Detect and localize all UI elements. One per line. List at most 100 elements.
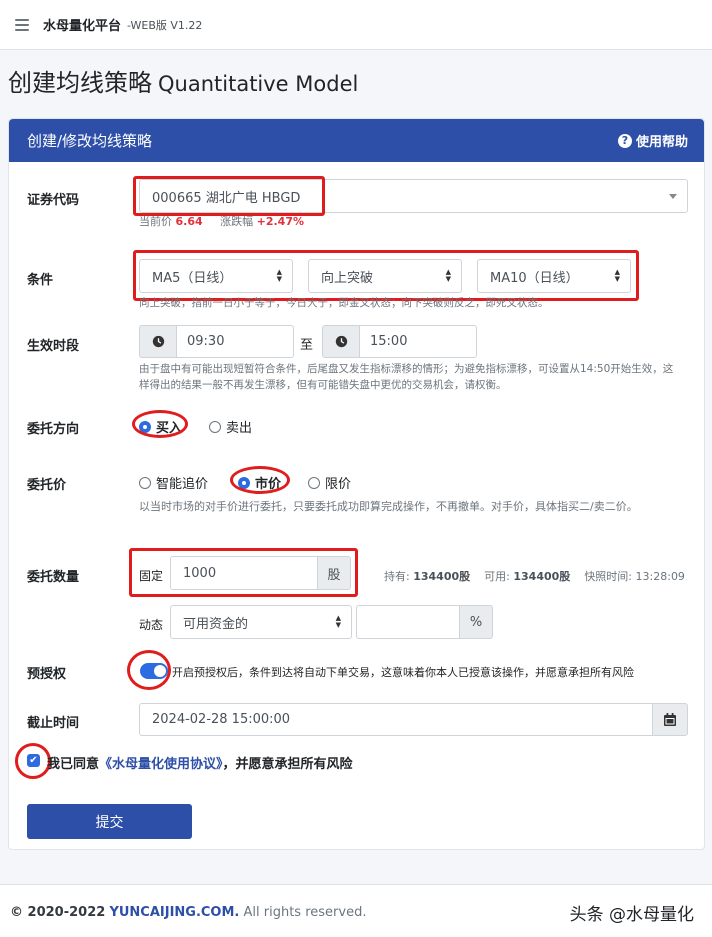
help-link[interactable]: ? 使用帮助	[617, 131, 688, 150]
shares-unit-label: 股	[327, 567, 341, 583]
top-bar: 水母量化平台 -WEB版 V1.22	[0, 0, 712, 50]
updown-icon: ▲ ▼	[276, 268, 282, 283]
calendar-icon[interactable]	[652, 703, 688, 736]
percent-unit: %	[459, 605, 493, 639]
help-label: 使用帮助	[635, 135, 688, 150]
smart-price-radio[interactable]: 智能追价	[139, 473, 208, 492]
fixed-label: 固定	[139, 569, 164, 583]
side-label: 委托方向	[27, 422, 80, 437]
deadline-label: 截止时间	[27, 716, 80, 731]
footer: © 2020-2022 YUNCAIJING.COM. All rights r…	[0, 884, 712, 937]
shares-unit: 股	[317, 556, 351, 590]
price-value: 6.64	[175, 215, 203, 228]
direction-value: 向上突破	[321, 270, 374, 286]
updown-icon: ▲ ▼	[614, 268, 620, 283]
clock-icon	[139, 325, 177, 358]
ma-long-select[interactable]: MA10（日线） ▲ ▼	[477, 259, 631, 293]
app-title: 水母量化平台	[43, 19, 122, 34]
preauth-toggle[interactable]	[140, 663, 168, 679]
period-hint-2: 样得出的结果一般不再发生漂移，但有可能错失盘中更优的交易机会，请权衡。	[139, 379, 507, 391]
page-title-en: Quantitative Model	[158, 72, 359, 96]
condition-label: 条件	[27, 273, 54, 288]
agreement-suffix: ，并愿意承担所有风险	[222, 757, 353, 772]
holding-value: 134400股	[413, 570, 471, 583]
percent-unit-label: %	[469, 614, 483, 630]
available-label: 可用:	[484, 570, 510, 583]
security-label: 证券代码	[27, 193, 80, 208]
page-title: 创建均线策略 Quantitative Model	[8, 63, 358, 98]
ma-short-select[interactable]: MA5（日线） ▲ ▼	[139, 259, 293, 293]
radio-unchecked-icon	[209, 420, 221, 433]
preauth-text: 开启预授权后，条件到达将自动下单交易，这意味着你本人已授意该操作，并愿意承担所有…	[172, 666, 634, 679]
preauth-label: 预授权	[27, 667, 67, 682]
ma-short-value: MA5（日线）	[152, 270, 233, 286]
start-time-value: 09:30	[187, 334, 225, 349]
security-value: 000665 湖北广电 HBGD	[152, 190, 301, 206]
updown-icon: ▲ ▼	[445, 268, 451, 283]
radio-checked-icon	[238, 476, 250, 489]
holding-label: 持有:	[384, 570, 410, 583]
question-icon: ?	[617, 133, 632, 148]
agreement-text: 我已同意《水母量化使用协议》，并愿意承担所有风险	[47, 753, 353, 772]
direction-select[interactable]: 向上突破 ▲ ▼	[308, 259, 462, 293]
security-select[interactable]: 000665 湖北广电 HBGD	[139, 179, 688, 213]
copyright-years: © 2020-2022	[10, 905, 106, 920]
updown-icon: ▲ ▼	[335, 614, 341, 629]
dynamic-label: 动态	[139, 618, 164, 632]
agreement-link[interactable]: 《水母量化使用协议》	[99, 757, 223, 772]
card-header: 创建/修改均线策略 ? 使用帮助	[9, 119, 704, 162]
period-label: 生效时段	[27, 339, 80, 354]
security-quote: 当前价 6.64 涨跌幅 +2.47%	[139, 214, 304, 230]
agreement-prefix: 我已同意	[47, 757, 100, 772]
watermark: 头条 @水母量化	[569, 905, 694, 925]
ma-long-value: MA10（日线）	[490, 270, 579, 286]
check-icon: ✔	[29, 755, 38, 766]
condition-hint: 向上突破，指前一日小于等于，今日大于，即金叉状态；向下突破则反之，即死叉状态。	[139, 297, 549, 309]
radio-checked-icon	[139, 420, 151, 433]
chevron-down-icon	[669, 193, 677, 199]
available-value: 134400股	[513, 570, 571, 583]
menu-icon[interactable]	[15, 18, 29, 31]
buy-radio[interactable]: 买入	[139, 417, 182, 436]
deadline-value: 2024-02-28 15:00:00	[152, 712, 291, 727]
radio-unchecked-icon	[308, 476, 320, 489]
position-info: 持有: 134400股 可用: 134400股 快照时间: 13:28:09	[384, 568, 685, 584]
dynamic-percent-input[interactable]	[356, 605, 460, 639]
smart-price-label: 智能追价	[156, 477, 209, 492]
fixed-quantity-value: 1000	[183, 565, 217, 581]
clock-icon	[322, 325, 360, 358]
card-title: 创建/修改均线策略	[27, 132, 153, 150]
quantity-label: 委托数量	[27, 570, 80, 585]
app-version: -WEB版 V1.22	[127, 18, 203, 32]
period-hint-1: 由于盘中有可能出现短暂符合条件，后尾盘又发生指标漂移的情形；为避免指标漂移，可设…	[139, 363, 674, 375]
dynamic-basis-value: 可用资金的	[183, 616, 249, 632]
change-value: +2.47%	[256, 215, 305, 228]
copyright: © 2020-2022 YUNCAIJING.COM. All rights r…	[10, 905, 366, 920]
price-type-label: 委托价	[27, 478, 67, 493]
sell-radio[interactable]: 卖出	[209, 417, 252, 436]
start-time-input[interactable]: 09:30	[176, 325, 294, 358]
market-price-label: 市价	[255, 477, 282, 492]
end-time-value: 15:00	[370, 334, 408, 349]
page-title-cn: 创建均线策略	[8, 69, 152, 97]
buy-label: 买入	[156, 421, 183, 436]
footer-site-link[interactable]: YUNCAIJING.COM.	[109, 905, 239, 920]
fixed-quantity-input[interactable]: 1000	[170, 556, 318, 590]
sell-label: 卖出	[226, 421, 253, 436]
radio-unchecked-icon	[139, 476, 151, 489]
limit-price-label: 限价	[325, 477, 352, 492]
dynamic-basis-select[interactable]: 可用资金的 ▲ ▼	[170, 605, 352, 639]
market-price-radio[interactable]: 市价	[238, 473, 281, 492]
agree-checkbox[interactable]: ✔	[27, 754, 40, 767]
change-label: 涨跌幅	[220, 215, 254, 228]
submit-button[interactable]: 提交	[27, 804, 192, 839]
snapshot-value: 13:28:09	[635, 570, 685, 583]
snapshot-label: 快照时间:	[584, 570, 633, 583]
end-time-input[interactable]: 15:00	[359, 325, 477, 358]
limit-price-radio[interactable]: 限价	[308, 473, 351, 492]
strategy-form-card: 创建/修改均线策略 ? 使用帮助 证券代码 000665 湖北广电 HBGD 当…	[8, 118, 705, 850]
deadline-input[interactable]: 2024-02-28 15:00:00	[139, 703, 653, 736]
to-label: 至	[300, 338, 314, 353]
rights-text: All rights reserved.	[243, 905, 367, 920]
price-label: 当前价	[139, 215, 172, 228]
